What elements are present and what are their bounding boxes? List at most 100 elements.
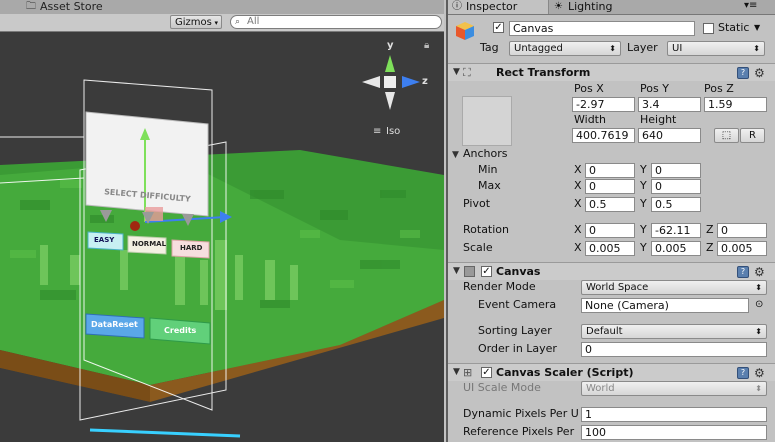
anchors-label: Anchors [463, 147, 508, 160]
event-camera-field[interactable]: None (Camera) [581, 298, 749, 313]
lock-icon[interactable]: 🔒︎ [424, 40, 429, 51]
object-name-field[interactable]: Canvas [509, 21, 695, 36]
scene-canvas[interactable] [0, 0, 444, 442]
script-component-icon: ⊞ [463, 366, 473, 379]
anchors-triangle-icon[interactable]: ▼ [452, 150, 459, 160]
height-field[interactable]: 640 [638, 128, 701, 143]
gizmo-z-label[interactable]: z [422, 76, 428, 87]
pos-x-label: Pos X [574, 82, 604, 95]
rotation-label: Rotation [463, 223, 510, 236]
scene-search-input[interactable]: ⌕ All [230, 15, 442, 29]
tag-dropdown[interactable]: Untagged ⬍ [509, 41, 621, 56]
anchors-max-x-field[interactable]: 0 [585, 179, 635, 194]
canvas-component-header[interactable]: ▼ ✓ Canvas ? ⚙︎ [448, 262, 775, 280]
layer-dropdown[interactable]: UI ⬍ [667, 41, 765, 56]
hard-button[interactable]: HARD [180, 244, 202, 252]
ui-scale-mode-label: UI Scale Mode [463, 381, 541, 394]
min-y-axis-label: Y [640, 163, 647, 176]
sorting-layer-label: Sorting Layer [478, 324, 552, 337]
panel-menu-icon[interactable]: ▾≡ [744, 0, 757, 11]
rotation-y-field[interactable]: -62.11 [651, 223, 701, 238]
collapse-triangle-icon[interactable]: ▼ [453, 266, 460, 276]
render-mode-dropdown[interactable]: World Space ⬍ [581, 280, 767, 295]
reference-pixels-field[interactable]: 100 [581, 425, 767, 440]
pos-y-field[interactable]: 3.4 [638, 97, 701, 112]
anchors-min-x-field[interactable]: 0 [585, 163, 635, 178]
scale-z-field[interactable]: 0.005 [717, 241, 767, 256]
height-label: Height [640, 113, 677, 126]
rect-transform-header[interactable]: ▼ ⛶ Rect Transform ? ⚙︎ [448, 63, 775, 81]
active-checkbox[interactable]: ✓ [493, 22, 504, 33]
rot-z-axis-label: Z [706, 223, 714, 236]
raw-edit-button[interactable]: R [740, 128, 765, 143]
sorting-layer-value: Default [586, 326, 623, 337]
blueprint-mode-button[interactable]: ⬚ [714, 128, 739, 143]
anchors-min-y-field[interactable]: 0 [651, 163, 701, 178]
scene-view[interactable]: 🗀 Asset Store Gizmos ▾ ⌕ All y z 🔒︎ ≡ Is… [0, 0, 444, 442]
collapse-triangle-icon[interactable]: ▼ [453, 367, 460, 377]
tag-label: Tag [480, 41, 499, 54]
collapse-triangle-icon[interactable]: ▼ [453, 67, 460, 77]
scene-tabbar: 🗀 Asset Store [0, 0, 444, 15]
tab-lighting-label: Lighting [568, 0, 613, 13]
asset-store-tab[interactable]: Asset Store [40, 0, 103, 14]
search-placeholder: All [247, 16, 260, 27]
tab-inspector-label: Inspector [466, 0, 518, 13]
layer-value: UI [672, 43, 683, 54]
object-picker-icon[interactable]: ⊙ [755, 298, 763, 312]
tab-lighting[interactable]: ☀︎ Lighting [552, 0, 652, 14]
order-in-layer-label: Order in Layer [478, 342, 557, 355]
tag-value: Untagged [514, 43, 563, 54]
gear-icon[interactable]: ⚙︎ [754, 67, 765, 79]
normal-button[interactable]: NORMAL [132, 240, 166, 248]
help-icon[interactable]: ? [737, 367, 749, 379]
rect-transform-icon: ⛶ [463, 66, 471, 79]
scale-y-field[interactable]: 0.005 [651, 241, 701, 256]
data-reset-button[interactable]: DataReset [91, 320, 138, 329]
credits-button[interactable]: Credits [164, 326, 196, 335]
canvas-enabled-checkbox[interactable]: ✓ [481, 266, 492, 277]
order-in-layer-field[interactable]: 0 [581, 342, 767, 357]
gizmos-dropdown[interactable]: Gizmos ▾ [170, 15, 222, 29]
sorting-layer-dropdown[interactable]: Default ⬍ [581, 324, 767, 339]
gameobject-cube-icon [454, 20, 476, 42]
anchors-max-y-field[interactable]: 0 [651, 179, 701, 194]
width-field[interactable]: 400.7619 [572, 128, 635, 143]
dropdown-arrow-icon: ⬍ [755, 283, 762, 292]
pivot-x-field[interactable]: 0.5 [585, 197, 635, 212]
ui-scale-mode-dropdown: World ⬍ [581, 381, 767, 396]
min-x-axis-label: X [574, 163, 582, 176]
easy-button[interactable]: EASY [94, 236, 114, 244]
canvas-scaler-header[interactable]: ▼ ⊞ ✓ Canvas Scaler (Script) ? ⚙︎ [448, 363, 775, 381]
static-dropdown-arrow-icon[interactable]: ▼ [754, 21, 760, 35]
inspector-panel: ⓘ Inspector ☀︎ Lighting ▾≡ ✓ Canvas Stat… [446, 0, 775, 442]
dynamic-pixels-field[interactable]: 1 [581, 407, 767, 422]
scene-toolbar: Gizmos ▾ ⌕ All [0, 14, 444, 32]
pivot-y-axis-label: Y [640, 197, 647, 210]
canvas-scaler-enabled-checkbox[interactable]: ✓ [481, 367, 492, 378]
dropdown-arrow-icon: ⬍ [755, 384, 762, 393]
anchor-presets-box[interactable] [462, 96, 512, 146]
search-icon: ⌕ [235, 17, 241, 27]
ui-scale-mode-value: World [586, 383, 615, 394]
scale-x-field[interactable]: 0.005 [585, 241, 635, 256]
pos-x-field[interactable]: -2.97 [572, 97, 635, 112]
static-checkbox[interactable] [703, 23, 714, 34]
anchors-min-label: Min [478, 163, 498, 176]
projection-label[interactable]: Iso [386, 126, 400, 137]
pivot-y-field[interactable]: 0.5 [651, 197, 701, 212]
help-icon[interactable]: ? [737, 266, 749, 278]
help-icon[interactable]: ? [737, 67, 749, 79]
pos-z-field[interactable]: 1.59 [704, 97, 767, 112]
inspector-icon: ⓘ [452, 1, 462, 12]
rotation-x-field[interactable]: 0 [585, 223, 635, 238]
tab-inspector[interactable]: ⓘ Inspector [448, 0, 549, 14]
rotation-z-field[interactable]: 0 [717, 223, 767, 238]
gizmo-y-label[interactable]: y [387, 40, 394, 51]
gear-icon[interactable]: ⚙︎ [754, 367, 765, 379]
rect-transform-title: Rect Transform [496, 66, 591, 79]
asset-store-icon: 🗀 [26, 1, 36, 12]
pivot-x-axis-label: X [574, 197, 582, 210]
scale-z-axis-label: Z [706, 241, 714, 254]
gear-icon[interactable]: ⚙︎ [754, 266, 765, 278]
